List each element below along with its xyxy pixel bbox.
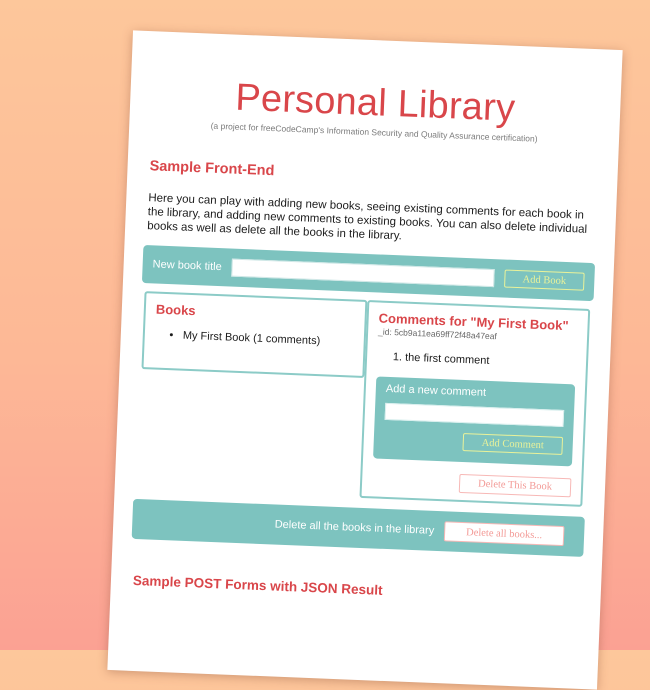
comment-input[interactable] [384, 402, 565, 428]
library-page: Personal Library (a project for freeCode… [107, 30, 623, 690]
post-forms-heading: Sample POST Forms with JSON Result [132, 572, 383, 598]
books-and-comments-row: Books My First Book (1 comments) Comment… [137, 291, 591, 507]
frontend-heading: Sample Front-End [149, 158, 275, 180]
add-comment-button[interactable]: Add Comment [462, 432, 564, 455]
book-list: My First Book (1 comments) [155, 329, 354, 349]
comments-panel: Comments for "My First Book" _id: 5cb9a1… [359, 300, 591, 507]
book-list-item[interactable]: My First Book (1 comments) [183, 330, 354, 349]
new-book-title-label: New book title [152, 258, 222, 274]
delete-all-label: Delete all the books in the library [274, 518, 435, 537]
delete-all-bar: Delete all the books in the library Dele… [131, 498, 585, 557]
add-book-button[interactable]: Add Book [504, 269, 585, 291]
add-comment-label: Add a new comment [385, 382, 487, 399]
comment-list: the first comment [377, 350, 576, 370]
intro-text: Here you can play with adding new books,… [146, 192, 588, 243]
add-book-form: New book title Add Book [141, 245, 596, 302]
add-comment-form: Add a new comment Add Comment [373, 376, 576, 467]
comment-item: the first comment [405, 352, 576, 371]
books-panel: Books My First Book (1 comments) [141, 291, 368, 378]
new-book-title-input[interactable] [231, 258, 495, 288]
books-heading: Books [155, 301, 196, 319]
delete-book-button[interactable]: Delete This Book [458, 473, 572, 498]
delete-all-books-button[interactable]: Delete all books... [443, 521, 565, 547]
